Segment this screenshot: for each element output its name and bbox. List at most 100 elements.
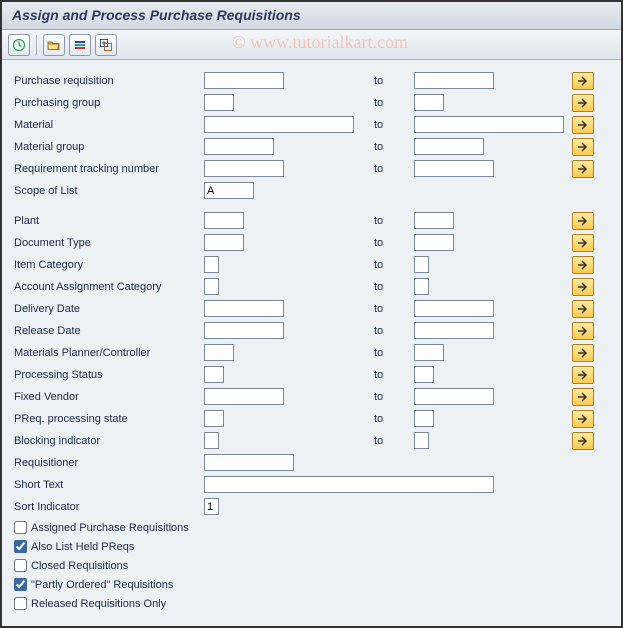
- field-label: Purchasing group: [14, 97, 204, 109]
- to-label: to: [374, 391, 414, 403]
- requisitioner-from-input[interactable]: [204, 454, 294, 471]
- fixed_vend-from-input[interactable]: [204, 388, 284, 405]
- plant-to-input[interactable]: [414, 212, 454, 229]
- mat_group-from-input[interactable]: [204, 138, 274, 155]
- req_track-to-input[interactable]: [414, 160, 494, 177]
- item_cat-multi-select-button[interactable]: [572, 256, 594, 274]
- rel_date-from-input[interactable]: [204, 322, 284, 339]
- to-label: to: [374, 325, 414, 337]
- field-label: Plant: [14, 215, 204, 227]
- checkbox-row-released: Released Requisitions Only: [14, 594, 613, 613]
- to-label: to: [374, 119, 414, 131]
- field-row-item_cat: Item Categoryto: [14, 254, 613, 275]
- purch_req-to-input[interactable]: [414, 72, 494, 89]
- item_cat-to-input[interactable]: [414, 256, 429, 273]
- acct_assign-multi-select-button[interactable]: [572, 278, 594, 296]
- fixed_vend-to-input[interactable]: [414, 388, 494, 405]
- field-row-mat_group: Material groupto: [14, 136, 613, 157]
- purch_grp-multi-select-button[interactable]: [572, 94, 594, 112]
- material-from-input[interactable]: [204, 116, 354, 133]
- short_text-from-input[interactable]: [204, 476, 494, 493]
- field-label: Requirement tracking number: [14, 163, 204, 175]
- field-row-requisitioner: Requisitioner: [14, 452, 613, 473]
- assigned-checkbox[interactable]: [14, 521, 27, 534]
- req_track-multi-select-button[interactable]: [572, 160, 594, 178]
- material-to-input[interactable]: [414, 116, 564, 133]
- released-checkbox[interactable]: [14, 597, 27, 610]
- preq_state-to-input[interactable]: [414, 410, 434, 427]
- arrow-right-icon: [576, 97, 590, 109]
- proc_status-from-input[interactable]: [204, 366, 224, 383]
- fixed_vend-multi-select-button[interactable]: [572, 388, 594, 406]
- arrow-right-icon: [576, 215, 590, 227]
- acct_assign-from-input[interactable]: [204, 278, 219, 295]
- block_ind-multi-select-button[interactable]: [572, 432, 594, 450]
- preq_state-from-input[interactable]: [204, 410, 224, 427]
- doc_type-from-input[interactable]: [204, 234, 244, 251]
- arrow-right-icon: [576, 75, 590, 87]
- selection-options-button[interactable]: [69, 34, 91, 56]
- field-label: Delivery Date: [14, 303, 204, 315]
- to-label: to: [374, 215, 414, 227]
- dynamic-selections-button[interactable]: [95, 34, 117, 56]
- toolbar: [2, 30, 621, 60]
- arrow-right-icon: [576, 347, 590, 359]
- to-label: to: [374, 237, 414, 249]
- block_ind-to-input[interactable]: [414, 432, 429, 449]
- purch_req-multi-select-button[interactable]: [572, 72, 594, 90]
- to-label: to: [374, 347, 414, 359]
- item_cat-from-input[interactable]: [204, 256, 219, 273]
- preq_state-multi-select-button[interactable]: [572, 410, 594, 428]
- to-label: to: [374, 259, 414, 271]
- deliv_date-to-input[interactable]: [414, 300, 494, 317]
- sort_ind-from-input[interactable]: [204, 498, 219, 515]
- mrp_ctrl-from-input[interactable]: [204, 344, 234, 361]
- req_track-from-input[interactable]: [204, 160, 284, 177]
- material-multi-select-button[interactable]: [572, 116, 594, 134]
- field-label: Scope of List: [14, 185, 204, 197]
- to-label: to: [374, 281, 414, 293]
- field-row-purch_grp: Purchasing groupto: [14, 92, 613, 113]
- plant-multi-select-button[interactable]: [572, 212, 594, 230]
- grid-plus-icon: [99, 38, 113, 52]
- execute-button[interactable]: [8, 34, 30, 56]
- closed-checkbox[interactable]: [14, 559, 27, 572]
- arrow-right-icon: [576, 303, 590, 315]
- proc_status-multi-select-button[interactable]: [572, 366, 594, 384]
- doc_type-to-input[interactable]: [414, 234, 454, 251]
- plant-from-input[interactable]: [204, 212, 244, 229]
- to-label: to: [374, 435, 414, 447]
- get-variant-button[interactable]: [43, 34, 65, 56]
- arrow-right-icon: [576, 141, 590, 153]
- deliv_date-multi-select-button[interactable]: [572, 300, 594, 318]
- partly-checkbox[interactable]: [14, 578, 27, 591]
- mat_group-to-input[interactable]: [414, 138, 484, 155]
- mat_group-multi-select-button[interactable]: [572, 138, 594, 156]
- toolbar-separator: [36, 35, 37, 55]
- rel_date-to-input[interactable]: [414, 322, 494, 339]
- proc_status-to-input[interactable]: [414, 366, 434, 383]
- scope-from-input[interactable]: [204, 182, 254, 199]
- mrp_ctrl-to-input[interactable]: [414, 344, 444, 361]
- checkbox-label: "Partly Ordered" Requisitions: [31, 579, 173, 591]
- purch_grp-from-input[interactable]: [204, 94, 234, 111]
- also_held-checkbox[interactable]: [14, 540, 27, 553]
- mrp_ctrl-multi-select-button[interactable]: [572, 344, 594, 362]
- arrow-right-icon: [576, 119, 590, 131]
- bars-color-icon: [73, 38, 87, 52]
- block_ind-from-input[interactable]: [204, 432, 219, 449]
- arrow-right-icon: [576, 325, 590, 337]
- doc_type-multi-select-button[interactable]: [572, 234, 594, 252]
- purch_req-from-input[interactable]: [204, 72, 284, 89]
- rel_date-multi-select-button[interactable]: [572, 322, 594, 340]
- field-row-fixed_vend: Fixed Vendorto: [14, 386, 613, 407]
- clock-execute-icon: [12, 38, 26, 52]
- field-label: Sort Indicator: [14, 501, 204, 513]
- acct_assign-to-input[interactable]: [414, 278, 429, 295]
- page-title: Assign and Process Purchase Requisitions: [2, 2, 621, 30]
- deliv_date-from-input[interactable]: [204, 300, 284, 317]
- arrow-right-icon: [576, 391, 590, 403]
- field-label: Material: [14, 119, 204, 131]
- field-row-material: Material to: [14, 114, 613, 135]
- purch_grp-to-input[interactable]: [414, 94, 444, 111]
